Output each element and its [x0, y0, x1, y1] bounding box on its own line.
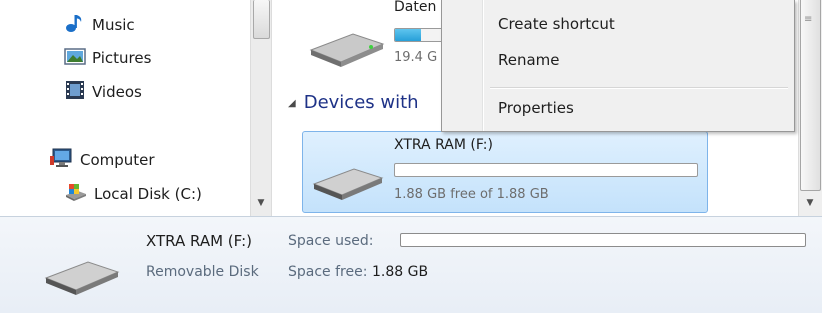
- nav-item-local-disk[interactable]: Local Disk (C:): [64, 182, 202, 206]
- local-disk-icon: [64, 181, 88, 207]
- selected-drive-capacity-bar: [394, 163, 698, 177]
- details-drive-name: XTRA RAM (F:): [146, 232, 253, 250]
- nav-item-computer[interactable]: Computer: [50, 148, 155, 172]
- context-menu: Create shortcut Rename Properties: [441, 0, 795, 132]
- context-menu-gutter: [482, 0, 484, 131]
- selected-drive-free-text: 1.88 GB free of 1.88 GB: [394, 187, 549, 202]
- navigation-pane: Music Pictures Videos Computer Local Dis…: [0, 0, 250, 216]
- context-menu-separator: [490, 87, 788, 89]
- nav-label-music: Music: [92, 16, 135, 34]
- nav-item-music[interactable]: Music: [64, 13, 135, 37]
- videos-icon: [64, 79, 86, 105]
- details-drive-icon: [42, 250, 122, 300]
- selected-drive-name: XTRA RAM (F:): [394, 137, 493, 153]
- nav-scroll-down-arrow-icon[interactable]: ▼: [253, 196, 269, 210]
- music-note-icon: [64, 12, 86, 38]
- details-space-used-bar: [400, 233, 806, 247]
- drive-daten-name: Daten: [394, 0, 437, 14]
- nav-scrollbar-thumb[interactable]: [253, 0, 270, 39]
- content-scroll-down-arrow-icon[interactable]: ▼: [803, 196, 817, 210]
- drive-daten-capacity-fill: [395, 29, 422, 41]
- nav-item-videos[interactable]: Videos: [64, 80, 142, 104]
- details-space-used-label: Space used:: [288, 233, 374, 249]
- nav-label-pictures: Pictures: [92, 49, 152, 67]
- drive-daten-free-text: 19.4 G: [394, 50, 438, 65]
- menu-item-properties[interactable]: Properties: [498, 99, 574, 117]
- group-header-label: Devices with: [303, 92, 419, 113]
- group-header-devices[interactable]: ◢ Devices with: [288, 92, 419, 113]
- nav-item-pictures[interactable]: Pictures: [64, 46, 151, 70]
- drive-daten-icon[interactable]: [307, 22, 387, 72]
- pictures-icon: [64, 46, 86, 70]
- details-drive-type: Removable Disk: [146, 264, 259, 280]
- collapse-triangle-icon[interactable]: ◢: [288, 98, 296, 109]
- removable-drive-icon: [310, 158, 386, 206]
- nav-label-videos: Videos: [92, 83, 142, 101]
- details-space-free-label: Space free:: [288, 264, 368, 280]
- scrollbar-grip-icon: ≡: [804, 14, 813, 25]
- nav-label-local-disk: Local Disk (C:): [94, 185, 202, 203]
- computer-icon: [50, 147, 74, 173]
- menu-item-rename[interactable]: Rename: [498, 51, 560, 69]
- details-space-free-value: 1.88 GB: [372, 264, 429, 280]
- nav-label-computer: Computer: [80, 151, 155, 169]
- menu-item-create-shortcut[interactable]: Create shortcut: [498, 15, 615, 33]
